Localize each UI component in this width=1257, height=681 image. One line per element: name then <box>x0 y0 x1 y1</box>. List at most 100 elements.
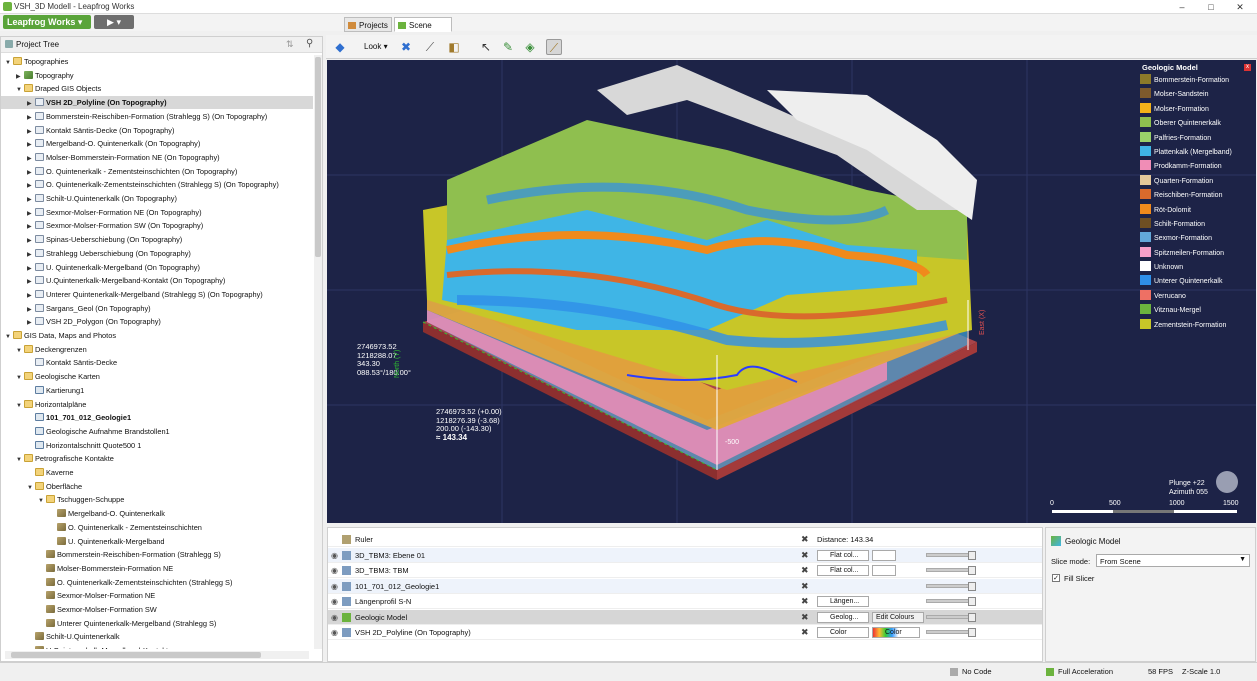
tree-item[interactable]: ▶ Sexmor-Molser-Formation SW (On Topograp… <box>1 219 313 232</box>
shown-object-row[interactable]: ◉ 3D_TBM3: TBM ✖ Flat col... <box>328 563 1042 578</box>
tree-item[interactable]: U.Quintenerkalk-Mergelband-Kontakt <box>1 644 313 649</box>
colormap-select[interactable]: Color <box>872 627 920 638</box>
tree-item[interactable]: Unterer Quintenerkalk-Mergelband (Strahl… <box>1 617 313 630</box>
remove-icon[interactable]: ✖ <box>801 563 809 578</box>
tree-item[interactable]: ▶ Strahlegg Ueberschiebung (On Topography… <box>1 247 313 260</box>
opacity-slider[interactable] <box>926 628 976 637</box>
tree-horizontal-scrollbar[interactable] <box>5 651 309 659</box>
tree-item[interactable]: ▼ Draped GIS Objects <box>1 82 313 95</box>
tree-item[interactable]: ▼ Geologische Karten <box>1 370 313 383</box>
sort-icon[interactable]: ⇅ <box>286 39 294 50</box>
display-style-select[interactable]: Längen... <box>817 596 869 607</box>
tree-item[interactable]: Geologische Aufnahme Brandstollen1 <box>1 425 313 438</box>
ruler-icon[interactable]: ⟋ <box>546 39 562 55</box>
tree-item[interactable]: 101_701_012_Geologie1 <box>1 411 313 424</box>
opacity-slider[interactable] <box>926 597 976 606</box>
legend-close-icon[interactable]: x <box>1244 64 1251 71</box>
tree-item[interactable]: ▶ VSH 2D_Polyline (On Topography) <box>1 96 313 110</box>
remove-icon[interactable]: ✖ <box>801 625 809 640</box>
opacity-slider[interactable] <box>926 612 976 622</box>
remove-icon[interactable]: ✖ <box>801 532 809 547</box>
tree-item[interactable]: ▼ Tschuggen-Schuppe <box>1 493 313 506</box>
opacity-slider[interactable] <box>926 566 976 575</box>
tree-item[interactable]: ▶ Mergelband-O. Quintenerkalk (On Topogra… <box>1 137 313 150</box>
tree-item[interactable]: Mergelband-O. Quintenerkalk <box>1 507 313 520</box>
tree-item[interactable]: ▶ Kontakt Säntis-Decke (On Topography) <box>1 124 313 137</box>
tree-item[interactable]: ▶ O. Quintenerkalk - Zementsteinschichten… <box>1 165 313 178</box>
shown-object-row[interactable]: ◉ VSH 2D_Polyline (On Topography) ✖ Color Co… <box>328 625 1042 640</box>
remove-icon[interactable]: ✖ <box>801 548 809 563</box>
slider-handle[interactable] <box>968 612 976 622</box>
remove-icon[interactable]: ✖ <box>801 610 809 625</box>
scene-view[interactable]: 2746973.52 1218288.07 343.30 088.53°/180… <box>327 60 1256 523</box>
opacity-slider[interactable] <box>926 550 976 560</box>
tree-item[interactable]: ▶ VSH 2D_Polygon (On Topography) <box>1 315 313 328</box>
tree-item[interactable]: ▶ Sargans_Geol (On Topography) <box>1 302 313 315</box>
search-icon[interactable]: ⚲ <box>306 38 313 49</box>
tree-item[interactable]: ▼ GIS Data, Maps and Photos <box>1 329 313 342</box>
tree-item[interactable]: Sexmor-Molser-Formation SW <box>1 603 313 616</box>
tree-item[interactable]: Kontakt Säntis-Decke <box>1 356 313 369</box>
slider-handle[interactable] <box>968 581 976 591</box>
tree-item[interactable]: ▶ Sexmor-Molser-Formation NE (On Topograp… <box>1 206 313 219</box>
shown-object-row[interactable]: ◉ 3D_TBM3: Ebene 01 ✖ Flat col... <box>328 547 1042 563</box>
tree-item[interactable]: Kartierung1 <box>1 384 313 397</box>
scrollbar-thumb[interactable] <box>315 57 321 257</box>
tree-item[interactable]: ▼ Oberfläche <box>1 480 313 493</box>
tree-item[interactable]: O. Quintenerkalk - Zementsteinschichten <box>1 521 313 534</box>
tree-item[interactable]: ▶ Spinas-Ueberschiebung (On Topography) <box>1 233 313 246</box>
display-style-select[interactable]: Flat col... <box>817 549 869 561</box>
remove-icon[interactable]: ✖ <box>801 594 809 609</box>
polyline-icon[interactable]: ◈ <box>522 39 538 55</box>
slider-handle[interactable] <box>968 550 976 560</box>
visibility-eye-icon[interactable]: ◉ <box>331 548 338 563</box>
shown-object-row[interactable]: Ruler ✖ Distance: 143.34 <box>328 532 1042 547</box>
tree-item[interactable]: ▶ U. Quintenerkalk-Mergelband (On Topogra… <box>1 261 313 274</box>
visibility-eye-icon[interactable]: ◉ <box>331 563 338 578</box>
tree-item[interactable]: Molser-Bommerstein-Formation NE <box>1 562 313 575</box>
tree-item[interactable]: ▶ Schilt-U.Quintenerkalk (On Topography) <box>1 192 313 205</box>
remove-icon[interactable]: ✖ <box>801 579 809 594</box>
look-dropdown[interactable]: Look ▾ <box>364 42 388 51</box>
slice-mode-select[interactable]: From Scene ▼ <box>1096 554 1250 567</box>
measure-icon[interactable]: ⟋ <box>422 39 438 55</box>
color-swatch[interactable] <box>872 565 896 576</box>
pencil-icon[interactable]: ✎ <box>500 39 516 55</box>
tree-item[interactable]: ▶ U.Quintenerkalk-Mergelband-Kontakt (On … <box>1 274 313 287</box>
close-button[interactable]: ✕ <box>1228 1 1252 13</box>
visibility-eye-icon[interactable]: ◉ <box>331 579 338 594</box>
fill-slicer-checkbox[interactable]: ✓ <box>1052 574 1060 582</box>
tree-item[interactable]: ▼ Topographies <box>1 55 313 68</box>
tree-item[interactable]: U. Quintenerkalk-Mergelband <box>1 535 313 548</box>
visibility-eye-icon[interactable]: ◉ <box>331 625 338 640</box>
slice-icon[interactable]: ✖ <box>398 39 414 55</box>
scrollbar-thumb[interactable] <box>11 652 261 658</box>
select-icon[interactable]: ↖ <box>478 39 494 55</box>
camera-icon[interactable]: ◆ <box>332 39 348 55</box>
tree-item[interactable]: Kaverne <box>1 466 313 479</box>
tab-scene-view[interactable]: Scene View <box>394 17 452 45</box>
draw-icon[interactable]: ◧ <box>446 39 462 55</box>
tree-item[interactable]: Schilt-U.Quintenerkalk <box>1 630 313 643</box>
slider-handle[interactable] <box>968 628 976 637</box>
z-scale-status[interactable]: Z-Scale 1.0 <box>1182 667 1220 676</box>
tree-item[interactable]: ▼ Petrografische Kontakte <box>1 452 313 465</box>
display-style-select[interactable]: Flat col... <box>817 565 869 576</box>
visibility-eye-icon[interactable]: ◉ <box>331 610 338 625</box>
shown-object-row[interactable]: ◉ Geologic Model ✖ Geolog... Edit Colours <box>328 609 1042 625</box>
tree-item[interactable]: ▶ Bommerstein-Reischiben-Formation (Strah… <box>1 110 313 123</box>
tree-item[interactable]: Sexmor-Molser-Formation NE <box>1 589 313 602</box>
tab-projects[interactable]: Projects <box>344 17 392 32</box>
visibility-eye-icon[interactable]: ◉ <box>331 594 338 609</box>
tree-item[interactable]: ▶ O. Quintenerkalk-Zementsteinschichten (… <box>1 178 313 191</box>
shown-object-row[interactable]: ◉ Längenprofil S-N ✖ Längen... <box>328 594 1042 609</box>
minimize-button[interactable]: – <box>1170 1 1194 13</box>
tree-item[interactable]: Horizontalschnitt Quote500 1 <box>1 439 313 452</box>
color-swatch[interactable] <box>872 549 896 561</box>
slider-handle[interactable] <box>968 566 976 575</box>
tree-item[interactable]: ▶ Topography <box>1 69 313 82</box>
tree-item[interactable]: ▼ Deckengrenzen <box>1 343 313 356</box>
shown-object-row[interactable]: ◉ 101_701_012_Geologie1 ✖ <box>328 578 1042 594</box>
run-button[interactable]: ▶ ▾ <box>94 15 134 29</box>
display-style-select[interactable]: Geolog... <box>817 611 869 623</box>
